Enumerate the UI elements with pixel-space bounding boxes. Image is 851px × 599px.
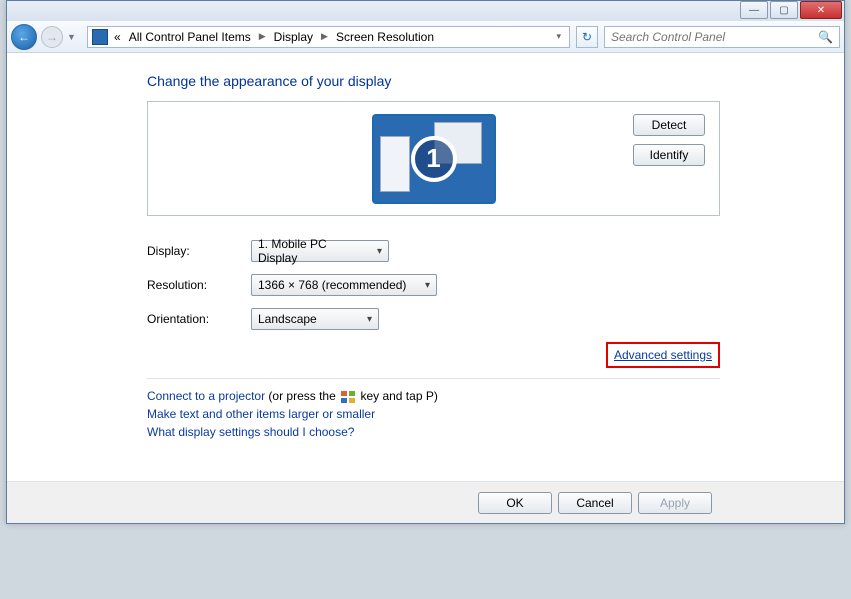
windows-key-icon — [341, 391, 355, 403]
chevron-right-icon[interactable]: ▶ — [257, 31, 268, 42]
close-button[interactable]: ✕ — [800, 1, 842, 19]
footer-buttons: OK Cancel Apply — [7, 481, 844, 523]
back-button[interactable]: ← — [11, 24, 37, 50]
display-label: Display: — [147, 244, 251, 258]
resolution-label: Resolution: — [147, 278, 251, 292]
page-title: Change the appearance of your display — [147, 73, 844, 89]
cancel-button[interactable]: Cancel — [558, 492, 632, 514]
minimize-button[interactable]: — — [740, 1, 768, 19]
search-input[interactable] — [611, 30, 818, 44]
display-combobox[interactable]: 1. Mobile PC Display — [251, 240, 389, 262]
address-bar[interactable]: « All Control Panel Items ▶ Display ▶ Sc… — [87, 26, 570, 48]
display-help-link[interactable]: What display settings should I choose? — [147, 425, 354, 439]
window-controls: — ▢ ✕ — [740, 1, 844, 19]
connect-projector-link[interactable]: Connect to a projector — [147, 389, 265, 403]
text-size-link[interactable]: Make text and other items larger or smal… — [147, 407, 375, 421]
search-icon[interactable]: 🔍 — [818, 30, 833, 44]
ok-button[interactable]: OK — [478, 492, 552, 514]
address-dropdown-icon[interactable]: ▾ — [552, 31, 565, 42]
advanced-settings-link[interactable]: Advanced settings — [614, 348, 712, 362]
navigation-bar: ← → ▼ « All Control Panel Items ▶ Displa… — [7, 21, 844, 53]
monitor-number-badge: 1 — [411, 136, 457, 182]
projector-hint-text-2: key and tap P) — [357, 389, 438, 403]
orientation-label: Orientation: — [147, 312, 251, 326]
control-panel-icon — [92, 29, 108, 45]
divider — [147, 378, 720, 379]
refresh-button[interactable]: ↻ — [576, 26, 598, 48]
settings-grid: Display: 1. Mobile PC Display Resolution… — [147, 240, 720, 330]
search-box[interactable]: 🔍 — [604, 26, 840, 48]
breadcrumb-screen-resolution[interactable]: Screen Resolution — [334, 30, 436, 44]
projector-hint-text-1: (or press the — [265, 389, 339, 403]
monitor-thumbnail[interactable]: 1 — [372, 114, 496, 204]
apply-button[interactable]: Apply — [638, 492, 712, 514]
maximize-button[interactable]: ▢ — [770, 1, 798, 19]
breadcrumb-all-items[interactable]: All Control Panel Items — [127, 30, 253, 44]
orientation-combobox[interactable]: Landscape — [251, 308, 379, 330]
identify-button[interactable]: Identify — [633, 144, 705, 166]
detect-button[interactable]: Detect — [633, 114, 705, 136]
display-preview-box: 1 Detect Identify — [147, 101, 720, 216]
resolution-combobox[interactable]: 1366 × 768 (recommended) — [251, 274, 437, 296]
forward-button[interactable]: → — [41, 26, 63, 48]
breadcrumb-back-chevron[interactable]: « — [112, 30, 123, 44]
content-area: Change the appearance of your display 1 … — [7, 53, 844, 481]
control-panel-window: — ▢ ✕ ← → ▼ « All Control Panel Items ▶ … — [6, 0, 845, 524]
breadcrumb-display[interactable]: Display — [272, 30, 315, 44]
refresh-icon: ↻ — [582, 30, 592, 44]
titlebar: — ▢ ✕ — [7, 1, 844, 21]
chevron-right-icon[interactable]: ▶ — [319, 31, 330, 42]
advanced-settings-highlight: Advanced settings — [606, 342, 720, 368]
nav-history-dropdown[interactable]: ▼ — [67, 32, 79, 42]
